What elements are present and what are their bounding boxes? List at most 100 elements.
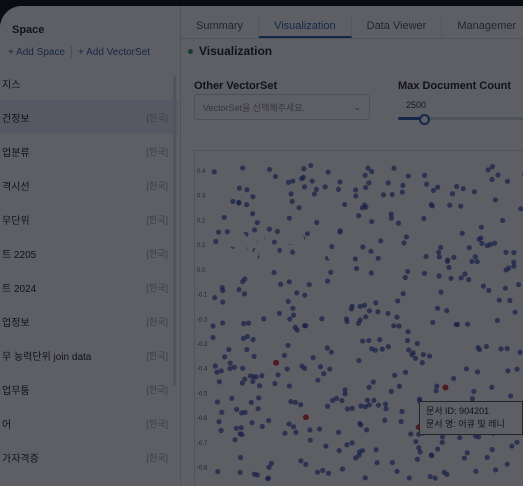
- scatter-point[interactable]: [378, 238, 384, 244]
- scatter-point[interactable]: [285, 179, 292, 185]
- scatter-point[interactable]: [446, 264, 452, 270]
- scatter-point[interactable]: [366, 384, 372, 390]
- scatter-point[interactable]: [353, 193, 359, 199]
- scatter-point[interactable]: [286, 383, 293, 389]
- scatter-point[interactable]: [427, 473, 433, 480]
- scatter-point[interactable]: [339, 398, 345, 404]
- scatter-point[interactable]: [220, 299, 226, 305]
- scatter-point[interactable]: [254, 219, 260, 226]
- scatter-point[interactable]: [218, 427, 224, 434]
- scatter-point[interactable]: [514, 366, 520, 372]
- scatter-point[interactable]: [243, 231, 249, 237]
- scatter-point[interactable]: [230, 198, 236, 205]
- scatter-point[interactable]: [281, 352, 288, 359]
- scatter-point[interactable]: [278, 281, 284, 287]
- scatter-point[interactable]: [408, 431, 414, 437]
- scatter-point[interactable]: [251, 471, 257, 477]
- sidebar-item[interactable]: 지스: [0, 66, 178, 100]
- scatter-point[interactable]: [363, 204, 369, 210]
- scatter-point[interactable]: [507, 297, 513, 304]
- scatter-point[interactable]: [323, 443, 329, 449]
- scatter-point[interactable]: [244, 187, 250, 193]
- scatter-point[interactable]: [388, 211, 394, 217]
- scatter-point[interactable]: [507, 393, 514, 399]
- slider-thumb[interactable]: [419, 114, 430, 125]
- scatter-point[interactable]: [464, 450, 470, 456]
- scatter-point[interactable]: [222, 354, 228, 360]
- scatter-point[interactable]: [236, 199, 242, 205]
- scatter-point[interactable]: [216, 419, 222, 425]
- scatter-point[interactable]: [240, 279, 246, 285]
- sidebar-item[interactable]: 격시선 [한국]: [0, 168, 178, 202]
- scatter-point[interactable]: [248, 399, 254, 405]
- sidebar-item[interactable]: 력시드승(기권 수기)[한국]: [0, 474, 178, 486]
- scatter-point[interactable]: [469, 258, 475, 264]
- scatter-point[interactable]: [382, 417, 388, 423]
- scatter-point[interactable]: [382, 401, 389, 407]
- scatter-point[interactable]: [457, 435, 463, 441]
- scatter-point[interactable]: [395, 298, 401, 304]
- scatter-point[interactable]: [404, 337, 411, 344]
- scatter-point[interactable]: [502, 285, 509, 291]
- scatter-point[interactable]: [301, 184, 308, 190]
- scatter-point[interactable]: [361, 302, 368, 308]
- scatter-point[interactable]: [353, 455, 359, 461]
- scatter-point[interactable]: [357, 303, 363, 310]
- scatter-point[interactable]: [292, 399, 298, 406]
- scatter-point[interactable]: [405, 173, 411, 179]
- scatter-point[interactable]: [444, 258, 450, 264]
- scatter-point[interactable]: [238, 425, 244, 431]
- scatter-point[interactable]: [413, 438, 419, 445]
- scatter-point[interactable]: [475, 369, 481, 375]
- scatter-point[interactable]: [433, 388, 439, 394]
- scatter-point[interactable]: [261, 233, 267, 239]
- sidebar-item[interactable]: 건정보 [한국]: [0, 100, 178, 134]
- scatter-point[interactable]: [288, 191, 294, 197]
- scatter-point[interactable]: [253, 374, 259, 380]
- scatter-point[interactable]: [214, 369, 220, 375]
- scatter-point[interactable]: [274, 228, 281, 234]
- scatter-point[interactable]: [428, 201, 434, 208]
- scatter-point[interactable]: [311, 191, 317, 197]
- scatter-point[interactable]: [352, 187, 359, 193]
- scatter-point[interactable]: [333, 395, 340, 402]
- scatter-point[interactable]: [478, 224, 484, 230]
- scatter-point[interactable]: [471, 388, 477, 394]
- highlighted-point[interactable]: [442, 384, 449, 391]
- scatter-point[interactable]: [325, 255, 331, 261]
- scatter-point[interactable]: [344, 406, 351, 412]
- scatter-point[interactable]: [349, 440, 355, 446]
- scatter-point[interactable]: [461, 455, 467, 461]
- scatter-point[interactable]: [285, 298, 291, 305]
- scatter-point[interactable]: [327, 366, 333, 372]
- scatter-point[interactable]: [366, 337, 372, 344]
- scatter-point[interactable]: [315, 377, 321, 383]
- scatter-point[interactable]: [466, 245, 472, 251]
- scatter-point[interactable]: [375, 255, 381, 261]
- scatter-point[interactable]: [505, 368, 511, 374]
- scatter-point[interactable]: [401, 240, 407, 246]
- scatter-point[interactable]: [300, 235, 306, 241]
- scatter-point[interactable]: [259, 373, 265, 379]
- scatter-point[interactable]: [438, 244, 444, 251]
- scatter-point[interactable]: [348, 306, 355, 312]
- scatter-point[interactable]: [372, 347, 378, 353]
- scatter-point[interactable]: [400, 291, 406, 297]
- scatter-point[interactable]: [244, 346, 250, 353]
- scatter-point[interactable]: [339, 466, 346, 472]
- scatter-point[interactable]: [271, 269, 277, 276]
- scatter-point[interactable]: [256, 395, 262, 401]
- scatter-point[interactable]: [360, 338, 366, 344]
- scatter-point[interactable]: [352, 256, 358, 262]
- scatter-point[interactable]: [290, 249, 296, 255]
- scatter-point[interactable]: [241, 291, 248, 297]
- scatter-point[interactable]: [492, 467, 499, 473]
- scatter-point[interactable]: [314, 469, 321, 475]
- scatter-point[interactable]: [236, 287, 242, 293]
- scatter-point[interactable]: [398, 418, 404, 425]
- scatter-point[interactable]: [237, 469, 243, 476]
- scatter-point[interactable]: [489, 446, 495, 453]
- scatter-point[interactable]: [391, 323, 397, 329]
- scatter-point[interactable]: [396, 383, 403, 389]
- scatter-point[interactable]: [242, 246, 249, 252]
